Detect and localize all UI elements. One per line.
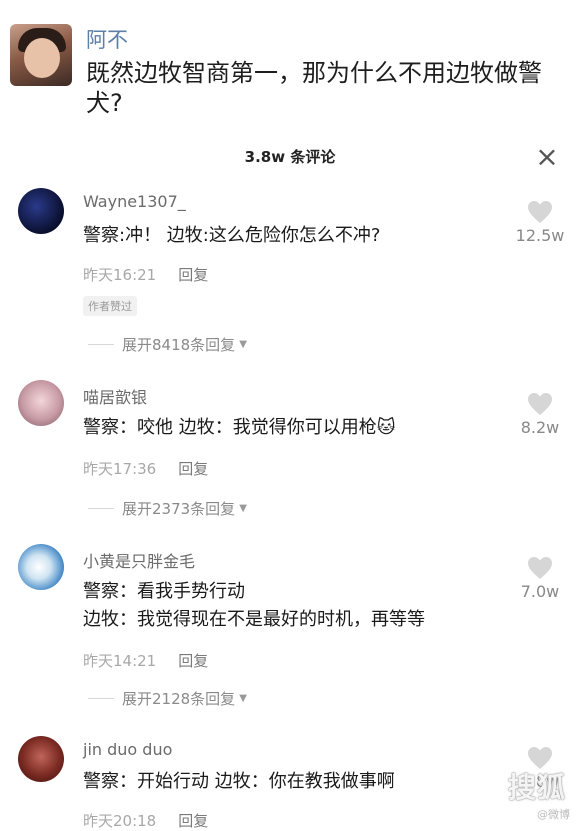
comment-text: 警察:冲！ 边牧:这么危险你怎么不冲? [83, 225, 381, 246]
like-button[interactable]: 12.5w [510, 200, 570, 245]
reply-button[interactable]: 回复 [178, 812, 208, 830]
comment-author[interactable]: jin duo duo [83, 740, 172, 759]
comment-text: 边牧：我觉得现在不是最好的时机，再等等 [83, 609, 425, 630]
like-count: 7.0w [520, 582, 560, 601]
comment-author[interactable]: 小黄是只胖金毛 [83, 548, 195, 572]
heart-icon [528, 557, 552, 579]
divider [88, 698, 114, 699]
avatar[interactable] [18, 736, 64, 782]
comment-time: 昨天17:36 [83, 460, 157, 478]
comment-meta: 昨天14:21 回复 [83, 650, 208, 671]
chevron-down-icon: ▼ [239, 339, 247, 350]
expand-replies-button[interactable]: 展开2373条回复 ▼ [88, 498, 247, 519]
comment-time: 昨天14:21 [83, 652, 157, 670]
expand-replies-label: 展开2128条回复 [122, 690, 236, 708]
comment-meta: 昨天17:36 回复 [83, 458, 208, 479]
comments-count-bar: 3.8w 条评论 × [0, 140, 580, 176]
heart-icon [528, 201, 552, 223]
comments-count: 3.8w 条评论 [244, 148, 336, 166]
post-text: 既然边牧智商第一，那为什么不用边牧做警犬? [86, 59, 542, 117]
chevron-down-icon: ▼ [239, 693, 247, 704]
divider [88, 508, 114, 509]
reply-button[interactable]: 回复 [178, 652, 208, 670]
author-liked-badge: 作者赞过 [83, 296, 137, 316]
reply-button[interactable]: 回复 [178, 460, 208, 478]
avatar[interactable] [18, 380, 64, 426]
comment-time: 昨天16:21 [83, 266, 157, 284]
avatar[interactable] [18, 188, 64, 234]
post-header: 阿不 既然边牧智商第一，那为什么不用边牧做警犬? [0, 0, 580, 130]
avatar[interactable] [18, 544, 64, 590]
expand-replies-label: 展开2373条回复 [122, 500, 236, 518]
divider [88, 344, 114, 345]
post-author-avatar[interactable] [10, 24, 72, 86]
watermark-sub: @微博 [537, 808, 570, 821]
like-button[interactable]: 8.2w [510, 392, 570, 437]
comment-meta: 昨天16:21 回复 [83, 264, 208, 285]
comment-author[interactable]: Wayne1307_ [83, 192, 186, 211]
close-icon[interactable]: × [532, 142, 562, 172]
expand-replies-button[interactable]: 展开2128条回复 ▼ [88, 688, 247, 709]
reply-button[interactable]: 回复 [178, 266, 208, 284]
like-count: 8.2w [520, 418, 560, 437]
post-author-name[interactable]: 阿不 [86, 24, 128, 54]
like-count: 12.5w [515, 226, 565, 245]
like-button[interactable]: 7.0w [510, 556, 570, 601]
expand-replies-button[interactable]: 展开8418条回复 ▼ [88, 334, 247, 355]
chevron-down-icon: ▼ [239, 503, 247, 514]
avatar-face [24, 38, 60, 78]
comment-text: 警察：开始行动 边牧：你在教我做事啊 [83, 771, 395, 792]
expand-replies-label: 展开8418条回复 [122, 336, 236, 354]
comment-text: 警察：看我手势行动 [83, 581, 245, 602]
comment-author[interactable]: 喵居歆银 [83, 384, 147, 408]
watermark: 搜狐 [507, 771, 566, 804]
heart-icon [528, 393, 552, 415]
comment-time: 昨天20:18 [83, 812, 157, 830]
comment-text: 警察：咬他 边牧：我觉得你可以用枪🐱 [83, 417, 396, 438]
